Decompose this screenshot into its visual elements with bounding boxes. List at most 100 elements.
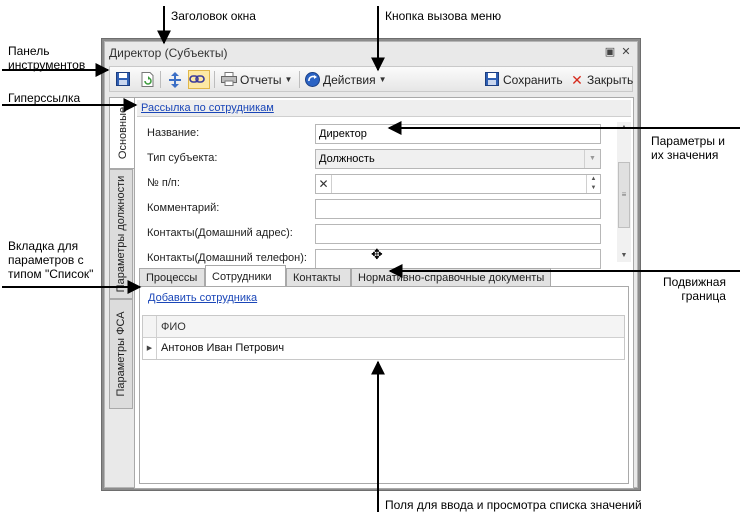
toolbar-separator <box>160 71 161 88</box>
add-employee-link[interactable]: Добавить сотрудника <box>148 292 257 304</box>
home-phone-field[interactable] <box>315 249 601 269</box>
callout-toolbar: Панель инструментов <box>8 44 85 72</box>
home-address-field[interactable] <box>315 224 601 244</box>
employees-grid: ФИО ▶ Антонов Иван Петрович <box>142 315 625 360</box>
param-row-number: № п/п: ✕ ▲ ▼ <box>147 174 607 194</box>
scroll-down-icon[interactable]: ▼ <box>617 250 631 262</box>
chevron-down-icon: ▼ <box>378 75 387 84</box>
tab-contacts[interactable]: Контакты <box>286 268 351 287</box>
reports-menu-button[interactable]: Отчеты ▼ <box>221 70 292 89</box>
row-pointer-icon: ▶ <box>143 338 157 359</box>
tab-processes[interactable]: Процессы <box>139 268 205 287</box>
printer-icon <box>221 71 237 88</box>
param-label: Название: <box>147 127 200 139</box>
link-button[interactable] <box>188 70 210 89</box>
header-indicator <box>143 316 157 338</box>
restore-icon[interactable]: ▣ <box>603 45 617 59</box>
hyperlink-bar: Рассылка по сотрудникам <box>137 100 631 117</box>
scroll-thumb[interactable]: ≡ <box>618 162 630 228</box>
floppy-icon <box>115 71 131 88</box>
close-label: Закрыть <box>587 72 634 87</box>
column-header-fio[interactable]: ФИО <box>161 321 186 333</box>
toolbar-separator <box>214 71 215 88</box>
callout-splitter-line2: граница <box>681 289 726 303</box>
save-icon-button[interactable] <box>115 70 131 89</box>
save-button[interactable]: Сохранить <box>484 70 563 89</box>
refresh-document-icon <box>139 71 155 88</box>
callout-list-tab-line2: параметров с <box>8 253 84 267</box>
toolbar: Отчеты ▼ Действия ▼ Сохранить ✕ Закрыть <box>109 66 633 92</box>
vtab-position-params-label: Параметры должности <box>115 175 127 293</box>
subject-window: Директор (Субъекты) ▣ ✕ Отчеты ▼ Действи… <box>101 38 641 491</box>
move-button[interactable] <box>167 70 183 89</box>
employees-panel: Добавить сотрудника ФИО ▶ Антонов Иван П… <box>139 286 629 484</box>
comment-field[interactable] <box>315 199 601 219</box>
vtab-main[interactable]: Основные <box>109 97 135 169</box>
grid-header: ФИО <box>143 316 624 338</box>
param-label: № п/п: <box>147 177 180 189</box>
name-field[interactable]: Директор <box>315 124 601 144</box>
callout-fields: Поля для ввода и просмотра списка значен… <box>385 498 642 512</box>
param-label: Контакты(Домашний телефон): <box>147 252 307 264</box>
subject-type-select[interactable]: Должность ▼ <box>315 149 601 169</box>
close-button[interactable]: ✕ Закрыть <box>569 70 633 89</box>
tab-employees[interactable]: Сотрудники <box>205 265 286 287</box>
reports-label: Отчеты <box>240 72 282 87</box>
callout-params-line2: их значения <box>651 148 719 162</box>
table-row[interactable]: ▶ Антонов Иван Петрович <box>143 338 624 359</box>
callout-list-tab-line3: типом "Список" <box>8 267 94 281</box>
callout-menu-button: Кнопка вызова меню <box>385 9 502 23</box>
param-row-type: Тип субъекта: Должность ▼ <box>147 149 607 169</box>
clear-icon[interactable]: ✕ <box>316 175 332 193</box>
actions-globe-icon <box>304 71 320 88</box>
vtab-fsa-params-label: Параметры ФСА <box>115 311 127 397</box>
save-label: Сохранить <box>503 72 563 87</box>
tab-reference-documents[interactable]: Нормативно-справочные документы <box>351 268 551 287</box>
close-icon[interactable]: ✕ <box>619 45 633 59</box>
callout-toolbar-line2: инструментов <box>8 58 86 72</box>
params-scrollbar[interactable]: ▲ ≡ ▼ <box>617 122 631 262</box>
param-label: Контакты(Домашний адрес): <box>147 227 293 239</box>
actions-label: Действия <box>323 72 376 87</box>
callout-params-line1: Параметры и <box>651 134 726 148</box>
vertical-arrows-icon <box>167 71 183 88</box>
toolbar-separator <box>299 71 300 88</box>
number-spinner[interactable]: ✕ ▲ ▼ <box>315 174 601 194</box>
floppy-icon <box>484 71 500 88</box>
window-title: Директор (Субъекты) <box>109 46 228 60</box>
callout-params: Параметры и их значения <box>651 134 725 162</box>
vtab-fsa-params[interactable]: Параметры ФСА <box>109 299 133 409</box>
vertical-tabs: Основные Параметры должности Параметры Ф… <box>109 97 135 417</box>
callout-splitter: Подвижная граница <box>663 275 726 303</box>
callout-list-tab-line1: Вкладка для <box>8 239 79 253</box>
vtab-main-label: Основные <box>116 106 129 160</box>
param-row-name: Название: Директор <box>147 124 607 144</box>
callout-splitter-line1: Подвижная <box>663 275 726 289</box>
spin-down-icon[interactable]: ▼ <box>586 184 600 193</box>
chevron-down-icon[interactable]: ▼ <box>584 150 600 168</box>
actions-menu-button[interactable]: Действия ▼ <box>304 70 387 89</box>
splitter-icon[interactable]: ✥ <box>371 246 383 263</box>
vtab-position-params[interactable]: Параметры должности <box>109 169 133 299</box>
callout-window-title: Заголовок окна <box>171 9 256 23</box>
spin-up-icon[interactable]: ▲ <box>586 175 600 184</box>
param-row-comment: Комментарий: <box>147 199 607 219</box>
callout-hyperlink: Гиперссылка <box>8 91 81 105</box>
subject-type-value: Должность <box>319 153 375 165</box>
refresh-button[interactable] <box>139 70 155 89</box>
main-panel: Рассылка по сотрудникам Название: Директ… <box>134 97 634 489</box>
mailing-link[interactable]: Рассылка по сотрудникам <box>141 102 274 114</box>
param-label: Комментарий: <box>147 202 220 214</box>
param-row-home-address: Контакты(Домашний адрес): <box>147 224 607 244</box>
window-body: Директор (Субъекты) ▣ ✕ Отчеты ▼ Действи… <box>104 41 638 489</box>
scroll-up-icon[interactable]: ▲ <box>617 122 631 134</box>
chain-link-icon <box>189 72 205 88</box>
employee-name-cell: Антонов Иван Петрович <box>161 342 285 354</box>
red-x-icon: ✕ <box>571 71 583 88</box>
param-label: Тип субъекта: <box>147 152 218 164</box>
chevron-down-icon: ▼ <box>284 75 293 84</box>
callout-list-tab: Вкладка для параметров с типом "Список" <box>8 239 93 281</box>
name-value: Директор <box>319 128 367 140</box>
callout-toolbar-line1: Панель <box>8 44 50 58</box>
titlebar[interactable]: Директор (Субъекты) ▣ ✕ <box>105 42 637 64</box>
